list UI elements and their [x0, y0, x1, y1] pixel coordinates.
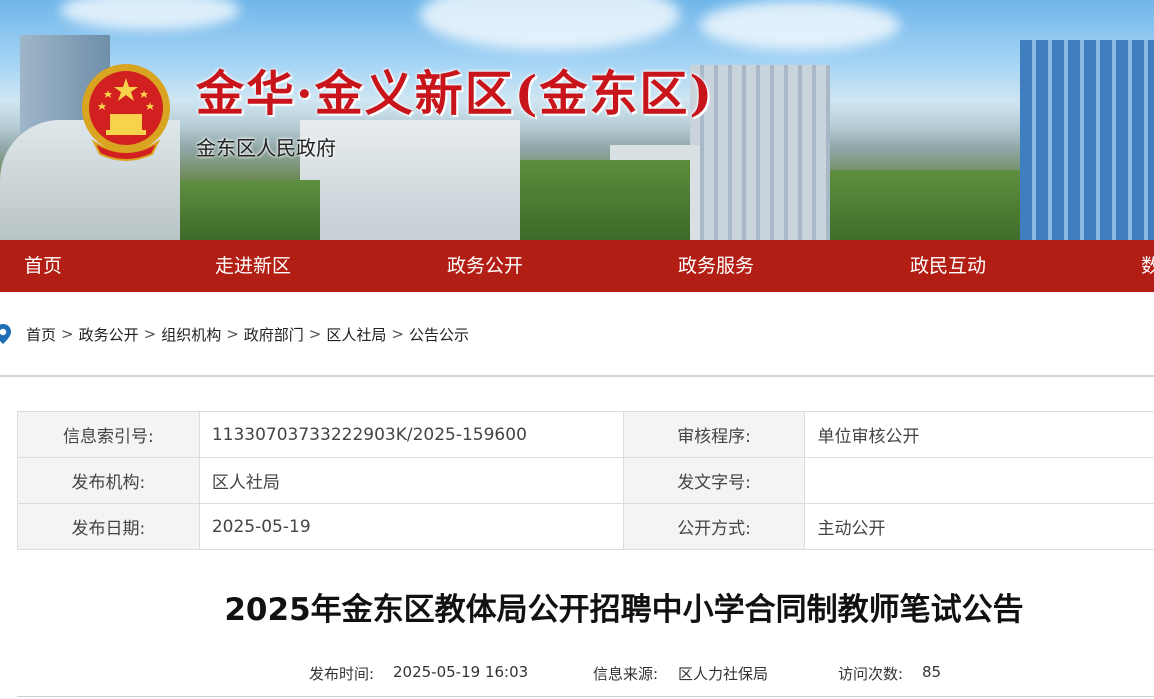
meta-time-value: 2025-05-19 16:03 — [393, 663, 529, 681]
location-pin-icon — [0, 324, 11, 344]
breadcrumb-announcements[interactable]: 公告公示 — [409, 324, 469, 345]
nav-item-home[interactable]: 首页 — [24, 240, 62, 292]
nav-item-interaction[interactable]: 政民互动 — [910, 240, 986, 292]
info-label-doc-number: 发文字号: — [622, 457, 806, 504]
article-title: 2025年金东区教体局公开招聘中小学合同制教师笔试公告 — [224, 592, 1024, 628]
section-divider — [0, 375, 1154, 377]
meta-visits-value: 85 — [922, 663, 942, 681]
breadcrumb-departments[interactable]: 政府部门 — [244, 324, 304, 345]
cloud-decoration — [420, 0, 680, 50]
meta-source-value: 区人力社保局 — [678, 665, 769, 683]
meta-visits-label: 访问次数: — [838, 665, 904, 683]
tree-decoration — [830, 170, 1020, 240]
table-row: 信息索引号: 11330703733222903K/2025-159600 审核… — [17, 411, 1154, 458]
meta-source-label: 信息来源: — [593, 665, 659, 683]
breadcrumb-gov-affairs[interactable]: 政务公开 — [79, 324, 139, 345]
table-row: 发布机构: 区人社局 发文字号: — [17, 457, 1154, 504]
breadcrumb-separator: > — [143, 325, 157, 343]
table-row: 发布日期: 2025-05-19 公开方式: 主动公开 — [17, 503, 1154, 550]
info-value-index-no: 11330703733222903K/2025-159600 — [198, 411, 624, 458]
breadcrumb-hr-bureau[interactable]: 区人社局 — [326, 324, 386, 345]
cloud-decoration — [60, 0, 240, 30]
breadcrumb-separator: > — [391, 325, 404, 343]
info-value-publisher: 区人社局 — [198, 457, 624, 504]
info-label-publisher: 发布机构: — [17, 457, 200, 504]
nav-item-data[interactable]: 数 — [1141, 240, 1154, 292]
cloud-decoration — [700, 0, 900, 50]
main-nav: 首页 走进新区 政务公开 政务服务 政民互动 数 — [0, 240, 1154, 292]
breadcrumb-organization[interactable]: 组织机构 — [161, 324, 221, 345]
info-label-publish-date: 发布日期: — [17, 503, 200, 550]
info-label-index-no: 信息索引号: — [17, 411, 200, 458]
info-value-disclosure: 主动公开 — [804, 503, 1154, 550]
nav-item-gov-affairs[interactable]: 政务公开 — [447, 240, 523, 292]
tree-decoration — [520, 160, 690, 240]
meta-time-label: 发布时间: — [309, 665, 375, 683]
info-value-review: 单位审核公开 — [804, 411, 1154, 458]
breadcrumb-separator: > — [226, 325, 239, 343]
site-title: 金华·金义新区(金东区) — [196, 66, 715, 122]
breadcrumb: 首页 > 政务公开 > 组织机构 > 政府部门 > 区人社局 > 公告公示 — [0, 322, 469, 346]
info-label-disclosure: 公开方式: — [622, 503, 806, 550]
site-subtitle: 金东区人民政府 — [196, 136, 336, 160]
meta-divider — [17, 696, 1154, 697]
nav-item-about[interactable]: 走进新区 — [215, 240, 291, 292]
info-value-publish-date: 2025-05-19 — [198, 503, 624, 550]
info-value-doc-number — [804, 457, 1154, 504]
tree-decoration — [180, 180, 320, 240]
header-banner: 金华·金义新区(金东区) 金东区人民政府 — [0, 0, 1154, 240]
breadcrumb-home[interactable]: 首页 — [26, 324, 56, 345]
national-emblem-icon — [82, 64, 170, 161]
building-decoration — [1020, 40, 1154, 240]
document-info-table: 信息索引号: 11330703733222903K/2025-159600 审核… — [17, 411, 1154, 550]
nav-item-gov-services[interactable]: 政务服务 — [678, 240, 754, 292]
breadcrumb-separator: > — [61, 325, 74, 343]
info-label-review: 审核程序: — [622, 411, 806, 458]
breadcrumb-separator: > — [308, 325, 322, 343]
